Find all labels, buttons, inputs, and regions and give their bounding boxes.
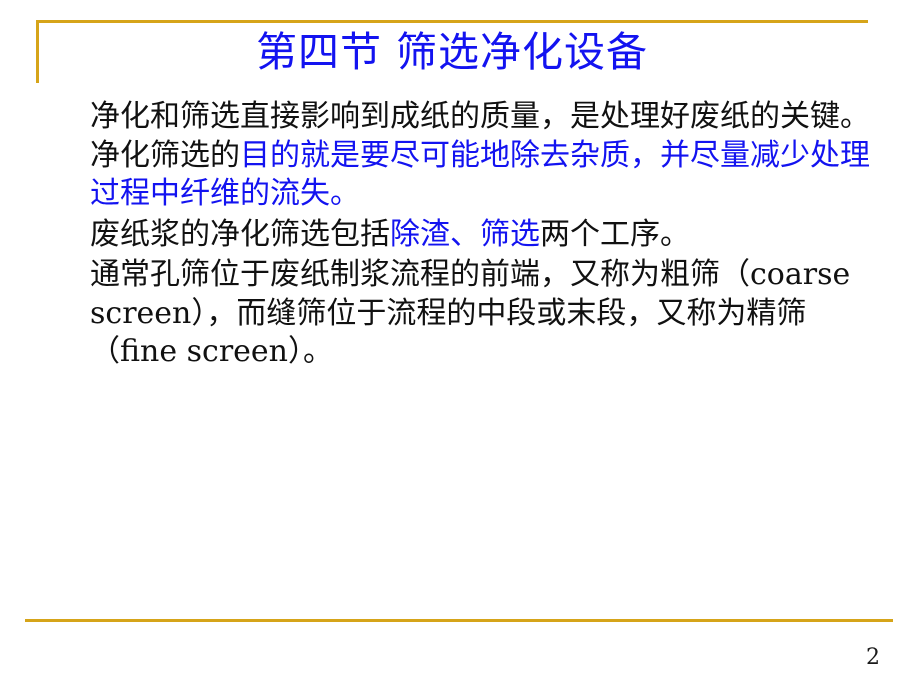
footer-rule <box>25 619 893 622</box>
page-title: 第四节 筛选净化设备 <box>255 28 649 76</box>
paragraph-2-run-blue: 除渣、筛选 <box>390 216 540 252</box>
paragraph-3: 通常孔筛位于废纸制浆流程的前端，又称为粗筛（coarse screen），而缝筛… <box>90 256 868 372</box>
paragraph-3-run-black: 通常孔筛位于废纸制浆流程的前端，又称为粗筛（coarse screen），而缝筛… <box>90 257 851 369</box>
paragraph-2: 废纸浆的净化筛选包括除渣、筛选两个工序。 <box>90 216 890 255</box>
paragraph-1: 净化和筛选直接影响到成纸的质量，是处理好废纸的关键。净化筛选的目的就是要尽可能地… <box>90 98 880 214</box>
paragraph-2-run-black-1: 废纸浆的净化筛选包括 <box>90 216 390 252</box>
page-number: 2 <box>866 645 880 670</box>
slide-canvas: 第四节 筛选净化设备 净化和筛选直接影响到成纸的质量，是处理好废纸的关键。净化筛… <box>0 0 920 691</box>
title-top-rule <box>36 20 868 23</box>
body-content: 净化和筛选直接影响到成纸的质量，是处理好废纸的关键。净化筛选的目的就是要尽可能地… <box>90 98 890 372</box>
title-container: 第四节 筛选净化设备 <box>36 26 868 78</box>
paragraph-2-run-black-2: 两个工序。 <box>540 216 690 252</box>
